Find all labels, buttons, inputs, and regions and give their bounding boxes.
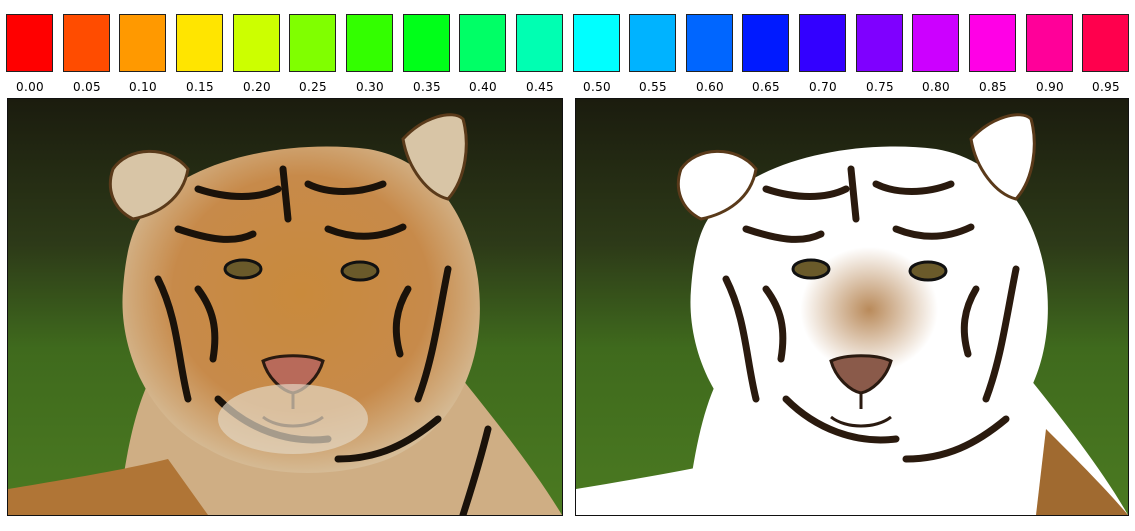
hue-swatch [686, 14, 733, 72]
original-tiger-image [7, 98, 563, 516]
hue-swatch-label: 0.00 [16, 80, 44, 94]
hue-swatch-label: 0.05 [73, 80, 101, 94]
hue-swatch [742, 14, 789, 72]
hue-filtered-tiger-image [575, 98, 1129, 516]
hue-swatch [403, 14, 450, 72]
hue-swatch [573, 14, 620, 72]
hue-swatch [799, 14, 846, 72]
hue-swatch [1026, 14, 1073, 72]
hue-swatch [1082, 14, 1129, 72]
hue-swatch-label: 0.40 [469, 80, 497, 94]
hue-swatch-label: 0.80 [922, 80, 950, 94]
hue-swatch [912, 14, 959, 72]
hue-swatch-label: 0.25 [299, 80, 327, 94]
hue-swatch-label: 0.55 [639, 80, 667, 94]
tiger-photo-original-icon [8, 99, 562, 515]
hue-swatch-row: 0.00 0.05 0.10 0.15 0.20 0.25 0.30 0.35 0.40 0.45… [0, 0, 1135, 95]
hue-swatch-label: 0.90 [1036, 80, 1064, 94]
hue-swatch-label: 0.70 [809, 80, 837, 94]
hue-swatch [233, 14, 280, 72]
hue-swatch-label: 0.50 [583, 80, 611, 94]
hue-swatch [629, 14, 676, 72]
hue-swatch-label: 0.20 [243, 80, 271, 94]
hue-swatch [119, 14, 166, 72]
hue-swatch-label: 0.60 [696, 80, 724, 94]
hue-swatch [516, 14, 563, 72]
hue-swatch [346, 14, 393, 72]
hue-swatch-label: 0.15 [186, 80, 214, 94]
hue-swatch [6, 14, 53, 72]
hue-swatch-label: 0.95 [1092, 80, 1120, 94]
hue-swatch-label: 0.10 [129, 80, 157, 94]
hue-swatch-label: 0.75 [866, 80, 894, 94]
hue-swatch-label: 0.65 [752, 80, 780, 94]
tiger-photo-hue-filtered-icon [576, 99, 1128, 515]
hue-swatch [176, 14, 223, 72]
hue-swatch [856, 14, 903, 72]
hue-swatch [63, 14, 110, 72]
hue-swatch-label: 0.45 [526, 80, 554, 94]
hue-swatch-label: 0.35 [413, 80, 441, 94]
hue-swatch-label: 0.30 [356, 80, 384, 94]
hue-swatch [289, 14, 336, 72]
hue-swatch [969, 14, 1016, 72]
hue-swatch-label: 0.85 [979, 80, 1007, 94]
hue-swatch [459, 14, 506, 72]
